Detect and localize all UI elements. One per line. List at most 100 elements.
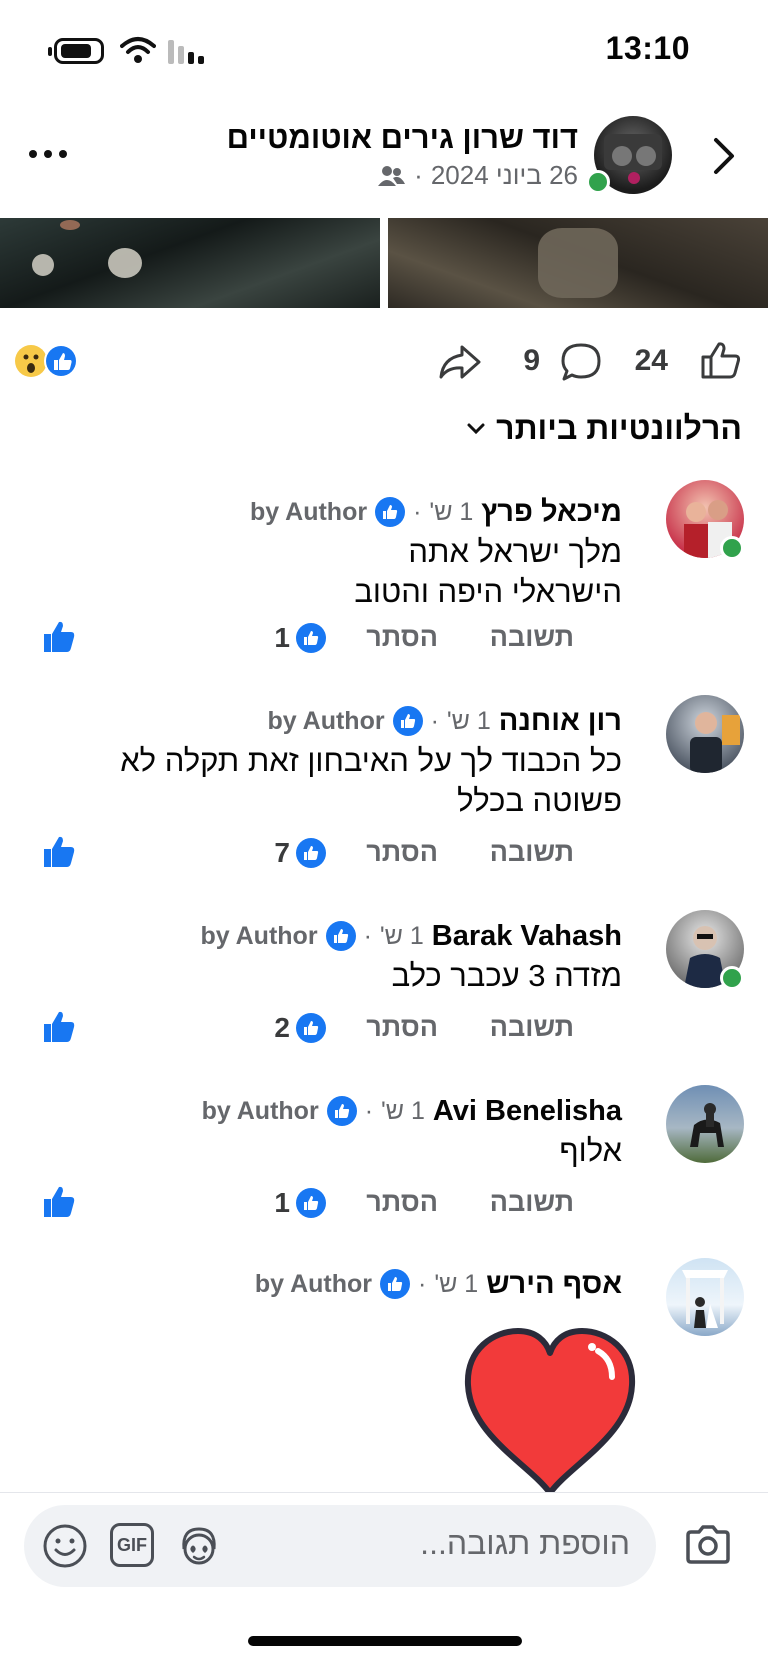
like-reaction-icon	[296, 623, 326, 653]
clock: 13:10	[605, 30, 690, 66]
emoji-icon[interactable]	[42, 1523, 88, 1569]
back-chevron-icon[interactable]	[708, 136, 738, 176]
comment-icon[interactable]	[560, 342, 602, 382]
by-author-label: by Author	[201, 1096, 319, 1125]
comment-text: מזדה 3 עכבר כלב	[22, 956, 622, 996]
commenter-avatar[interactable]	[666, 1085, 744, 1163]
online-indicator	[586, 170, 610, 194]
comment-reaction-count[interactable]: 7	[274, 837, 326, 869]
comment-reaction-count[interactable]: 2	[274, 1012, 326, 1044]
comment-actions: תשובה הסתר 1	[0, 1183, 768, 1227]
share-icon[interactable]	[438, 344, 482, 380]
comment-time[interactable]: 1 ש'	[429, 498, 473, 527]
home-indicator	[248, 1636, 522, 1646]
comment-time[interactable]: 1 ש'	[380, 922, 424, 951]
comment-header: Avi Benelisha 1 ש' · by Author	[202, 1091, 622, 1131]
commenter-name[interactable]: אסף הירש	[486, 1268, 622, 1301]
wow-reaction-icon	[15, 345, 47, 377]
comment-reaction-count[interactable]: 1	[274, 1187, 326, 1219]
post-meta: 26 ביוני 2024 ·	[376, 160, 578, 191]
comment-reaction-count[interactable]: 1	[274, 622, 326, 654]
post-header: דוד שרון גירים אוטומטיים 26 ביוני 2024 ·	[0, 110, 768, 200]
commenter-name[interactable]: רון אוחנה	[499, 705, 622, 738]
camera-icon[interactable]	[684, 1523, 732, 1565]
comment-time[interactable]: 1 ש'	[381, 1097, 425, 1126]
comment-time[interactable]: 1 ש'	[434, 1270, 478, 1299]
gif-icon[interactable]: GIF	[110, 1523, 154, 1567]
meta-separator: ·	[430, 706, 439, 735]
hide-button[interactable]: הסתר	[366, 837, 438, 868]
post-date: 26 ביוני 2024	[430, 160, 578, 190]
comment-text-line: אלוף	[559, 1133, 622, 1168]
by-author-label: by Author	[200, 921, 318, 950]
like-icon[interactable]	[700, 340, 742, 380]
cellular-signal-icon	[168, 40, 204, 64]
online-indicator	[720, 536, 744, 560]
verified-thumb-badge-icon	[325, 921, 356, 951]
commenter-name[interactable]: Avi Benelisha	[433, 1095, 622, 1128]
like-comment-icon[interactable]	[42, 1010, 76, 1044]
comment-time[interactable]: 1 ש'	[447, 707, 491, 736]
post-image[interactable]	[0, 218, 380, 308]
comment-text-line: הישראלי היפה והטוב	[354, 574, 622, 609]
verified-thumb-badge-icon	[392, 706, 423, 736]
commenter-name[interactable]: Barak Vahash	[432, 920, 622, 953]
comment-actions: תשובה הסתר 1	[0, 618, 768, 662]
status-bar: 13:10	[0, 0, 768, 100]
like-reaction-icon	[296, 838, 326, 868]
gif-label: GIF	[117, 1534, 147, 1555]
reply-button[interactable]: תשובה	[490, 622, 574, 653]
reply-button[interactable]: תשובה	[490, 1187, 574, 1218]
meta-separator: ·	[413, 497, 422, 526]
by-author-label: by Author	[254, 1269, 372, 1298]
post-image[interactable]	[388, 218, 768, 308]
page-title[interactable]: דוד שרון גירים אוטומטיים	[227, 120, 578, 156]
like-comment-icon[interactable]	[42, 1185, 76, 1219]
avatar-sticker-icon[interactable]	[176, 1523, 222, 1569]
comment-composer-bar: הוספת תגובה... GIF	[0, 1492, 768, 1663]
like-reaction-icon	[296, 1013, 326, 1043]
hide-button[interactable]: הסתר	[366, 1187, 438, 1218]
comment-header: רון אוחנה 1 ש' · by Author	[267, 701, 622, 741]
meta-separator: ·	[414, 160, 423, 190]
reaction-count-value: 7	[274, 837, 290, 868]
reaction-count-value: 1	[274, 622, 290, 653]
reaction-count-value: 2	[274, 1012, 290, 1043]
meta-separator: ·	[364, 1096, 374, 1125]
meta-separator: ·	[363, 921, 372, 950]
reaction-count-value: 1	[274, 1187, 290, 1218]
comment-actions: תשובה הסתר 2	[0, 1008, 768, 1052]
reply-button[interactable]: תשובה	[490, 1012, 574, 1043]
like-comment-icon[interactable]	[42, 620, 76, 654]
more-options-icon[interactable]	[28, 148, 68, 160]
comment-text-line: מזדה 3 עכבר כלב	[391, 958, 622, 993]
commenter-name[interactable]: מיכאל פרץ	[481, 496, 622, 529]
post-images	[0, 218, 768, 308]
friends-icon	[378, 165, 406, 186]
comment-header: מיכאל פרץ 1 ש' · by Author	[250, 492, 622, 532]
comment-text-line: כל הכבוד לך על האיבחון זאת תקלה לא	[120, 743, 622, 778]
hide-button[interactable]: הסתר	[366, 1012, 438, 1043]
like-count[interactable]: 24	[635, 344, 668, 378]
comment-sort-selector[interactable]: הרלוונטיות ביותר	[466, 410, 742, 447]
commenter-avatar[interactable]	[666, 1258, 744, 1336]
comment-input[interactable]: הוספת תגובה... GIF	[24, 1505, 656, 1587]
hide-button[interactable]: הסתר	[366, 622, 438, 653]
verified-thumb-badge-icon	[375, 497, 406, 527]
comment-text: אלוף	[22, 1131, 622, 1171]
like-comment-icon[interactable]	[42, 835, 76, 869]
wifi-icon	[120, 37, 156, 63]
comment-text-line: מלך ישראל אתה	[408, 534, 622, 569]
meta-separator: ·	[418, 1269, 427, 1298]
online-indicator	[720, 966, 744, 990]
verified-thumb-badge-icon	[326, 1096, 357, 1126]
post-action-row: 9 24	[0, 330, 768, 390]
comment-count[interactable]: 9	[523, 344, 540, 378]
comment-header: Barak Vahash 1 ש' · by Author	[200, 916, 622, 956]
commenter-avatar[interactable]	[666, 695, 744, 773]
battery-icon	[48, 38, 104, 64]
comment-text-line: פשוטה בכלל	[457, 783, 622, 818]
reply-button[interactable]: תשובה	[490, 837, 574, 868]
heart-sticker[interactable]	[460, 1325, 640, 1495]
reactions-summary[interactable]	[14, 343, 84, 379]
